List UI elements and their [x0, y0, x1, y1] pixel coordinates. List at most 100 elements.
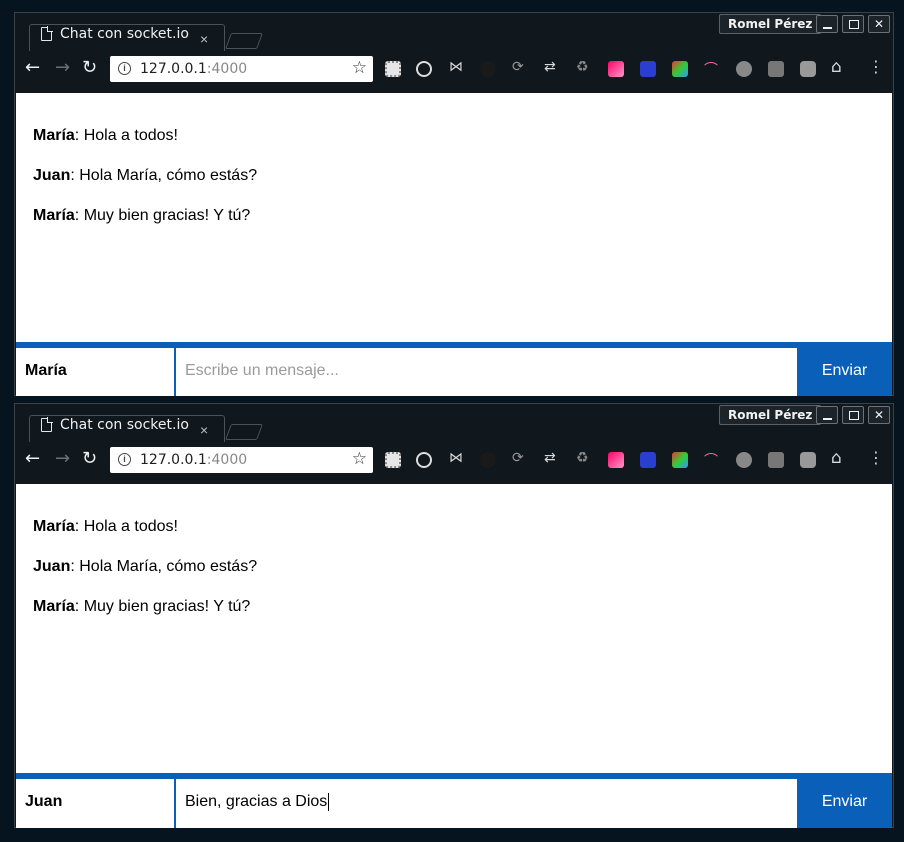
- home-icon[interactable]: ⌂: [831, 448, 842, 468]
- extension-bowtie-icon[interactable]: ⋈: [449, 59, 463, 75]
- text-caret: [328, 792, 330, 811]
- profile-button[interactable]: Romel Pérez: [719, 14, 822, 34]
- message-text: : Hola a todos!: [74, 518, 178, 535]
- message-input[interactable]: Escribe un mensaje...: [177, 348, 797, 396]
- message-input[interactable]: Bien, gracias a Dios: [177, 779, 797, 828]
- tab-title: Chat con socket.io: [60, 417, 189, 433]
- username-field[interactable]: Juan: [16, 779, 176, 828]
- tab-title: Chat con socket.io: [60, 26, 189, 42]
- extension-pink-icon[interactable]: [608, 61, 624, 77]
- forward-arrow-icon[interactable]: →: [55, 448, 70, 469]
- extension-zero-icon[interactable]: [768, 61, 784, 77]
- chat-message: María: Hola a todos!: [33, 518, 178, 536]
- url-port: :4000: [206, 452, 248, 468]
- chat-message: María: Hola a todos!: [33, 127, 178, 145]
- extension-blue-icon[interactable]: [640, 61, 656, 77]
- extension-target-icon[interactable]: [416, 452, 432, 468]
- message-input-value: Bien, gracias a Dios: [185, 793, 328, 810]
- extension-rainbow-icon[interactable]: ⌒: [704, 450, 718, 470]
- bookmark-star-icon[interactable]: ☆: [352, 58, 367, 78]
- maximize-button[interactable]: [842, 15, 864, 33]
- back-arrow-icon[interactable]: ←: [25, 448, 40, 469]
- username-field[interactable]: María: [16, 348, 176, 396]
- new-tab-button[interactable]: [225, 33, 263, 49]
- extension-pink-icon[interactable]: [608, 452, 624, 468]
- extension-power-icon[interactable]: [736, 452, 752, 468]
- info-icon[interactable]: i: [118, 453, 131, 466]
- address-bar[interactable]: i 127.0.0.1:4000 ☆: [110, 56, 373, 82]
- title-bar: Chat con socket.io × Romel Pérez ✕: [15, 404, 893, 442]
- back-arrow-icon[interactable]: ←: [25, 57, 40, 78]
- extension-zero-icon[interactable]: [768, 452, 784, 468]
- extension-s-icon[interactable]: [672, 61, 688, 77]
- url-host: 127.0.0.1: [140, 452, 207, 468]
- extension-rainbow-icon[interactable]: ⌒: [704, 59, 718, 79]
- browser-window-maria: Chat con socket.io × Romel Pérez ✕ ← → ↻…: [14, 12, 894, 396]
- extension-gray-icon[interactable]: [800, 61, 816, 77]
- chat-messages: María: Hola a todos! Juan: Hola María, c…: [16, 484, 892, 774]
- browser-toolbar: ← → ↻ i 127.0.0.1:4000 ☆ ⋈ ⟳ ⇄ ♻ ⌒ ⌂ ⋮: [15, 440, 893, 484]
- url-text: 127.0.0.1:4000: [140, 61, 247, 77]
- url-port: :4000: [206, 61, 248, 77]
- page-icon: [41, 26, 53, 41]
- message-text: : Hola María, cómo estás?: [70, 558, 258, 575]
- chat-messages: María: Hola a todos! Juan: Hola María, c…: [16, 93, 892, 342]
- browser-window-juan: Chat con socket.io × Romel Pérez ✕ ← → ↻…: [14, 403, 894, 828]
- message-author: María: [33, 598, 75, 615]
- extension-dark-icon[interactable]: [480, 61, 496, 77]
- close-window-button[interactable]: ✕: [868, 406, 890, 424]
- chat-form: Juan Bien, gracias a Dios Enviar: [16, 773, 892, 828]
- tab-close-icon[interactable]: ×: [200, 422, 208, 438]
- bookmark-star-icon[interactable]: ☆: [352, 449, 367, 469]
- new-tab-button[interactable]: [225, 424, 263, 440]
- send-button[interactable]: Enviar: [797, 348, 892, 396]
- minimize-button[interactable]: [816, 406, 838, 424]
- reload-icon[interactable]: ↻: [82, 448, 97, 469]
- extension-grid-icon[interactable]: [385, 452, 401, 468]
- extension-gray-icon[interactable]: [800, 452, 816, 468]
- extension-s-icon[interactable]: [672, 452, 688, 468]
- message-author: Juan: [33, 167, 71, 184]
- profile-button[interactable]: Romel Pérez: [719, 405, 822, 425]
- url-text: 127.0.0.1:4000: [140, 452, 247, 468]
- extension-dark-icon[interactable]: [480, 452, 496, 468]
- reload-icon[interactable]: ↻: [82, 57, 97, 78]
- extension-bowtie-icon[interactable]: ⋈: [449, 450, 463, 466]
- message-text: : Hola a todos!: [74, 127, 178, 144]
- chat-form: María Escribe un mensaje... Enviar: [16, 342, 892, 396]
- tab-close-icon[interactable]: ×: [200, 31, 208, 47]
- extension-grid-icon[interactable]: [385, 61, 401, 77]
- tab-content: Chat con socket.io: [41, 417, 189, 433]
- message-text: : Muy bien gracias! Y tú?: [74, 598, 251, 615]
- chat-message: María: Muy bien gracias! Y tú?: [33, 598, 250, 616]
- extension-sync-icon[interactable]: ⟳: [512, 59, 524, 75]
- menu-dots-icon[interactable]: ⋮: [868, 57, 884, 76]
- maximize-button[interactable]: [842, 406, 864, 424]
- extension-target-icon[interactable]: [416, 61, 432, 77]
- info-icon[interactable]: i: [118, 62, 131, 75]
- message-author: Juan: [33, 558, 71, 575]
- message-text: : Hola María, cómo estás?: [70, 167, 258, 184]
- url-host: 127.0.0.1: [140, 61, 207, 77]
- address-bar[interactable]: i 127.0.0.1:4000 ☆: [110, 447, 373, 473]
- extension-refresh-icon[interactable]: ⇄: [544, 59, 556, 75]
- message-author: María: [33, 518, 75, 535]
- extension-recycle-icon[interactable]: ♻: [576, 59, 589, 75]
- chat-message: María: Muy bien gracias! Y tú?: [33, 207, 250, 225]
- extension-sync-icon[interactable]: ⟳: [512, 450, 524, 466]
- message-author: María: [33, 207, 75, 224]
- send-button[interactable]: Enviar: [797, 779, 892, 828]
- forward-arrow-icon[interactable]: →: [55, 57, 70, 78]
- page-icon: [41, 417, 53, 432]
- home-icon[interactable]: ⌂: [831, 57, 842, 77]
- tab-content: Chat con socket.io: [41, 26, 189, 42]
- message-author: María: [33, 127, 75, 144]
- extension-refresh-icon[interactable]: ⇄: [544, 450, 556, 466]
- extension-power-icon[interactable]: [736, 61, 752, 77]
- minimize-button[interactable]: [816, 15, 838, 33]
- close-window-button[interactable]: ✕: [868, 15, 890, 33]
- menu-dots-icon[interactable]: ⋮: [868, 448, 884, 467]
- extension-recycle-icon[interactable]: ♻: [576, 450, 589, 466]
- extension-blue-icon[interactable]: [640, 452, 656, 468]
- chat-message: Juan: Hola María, cómo estás?: [33, 558, 257, 576]
